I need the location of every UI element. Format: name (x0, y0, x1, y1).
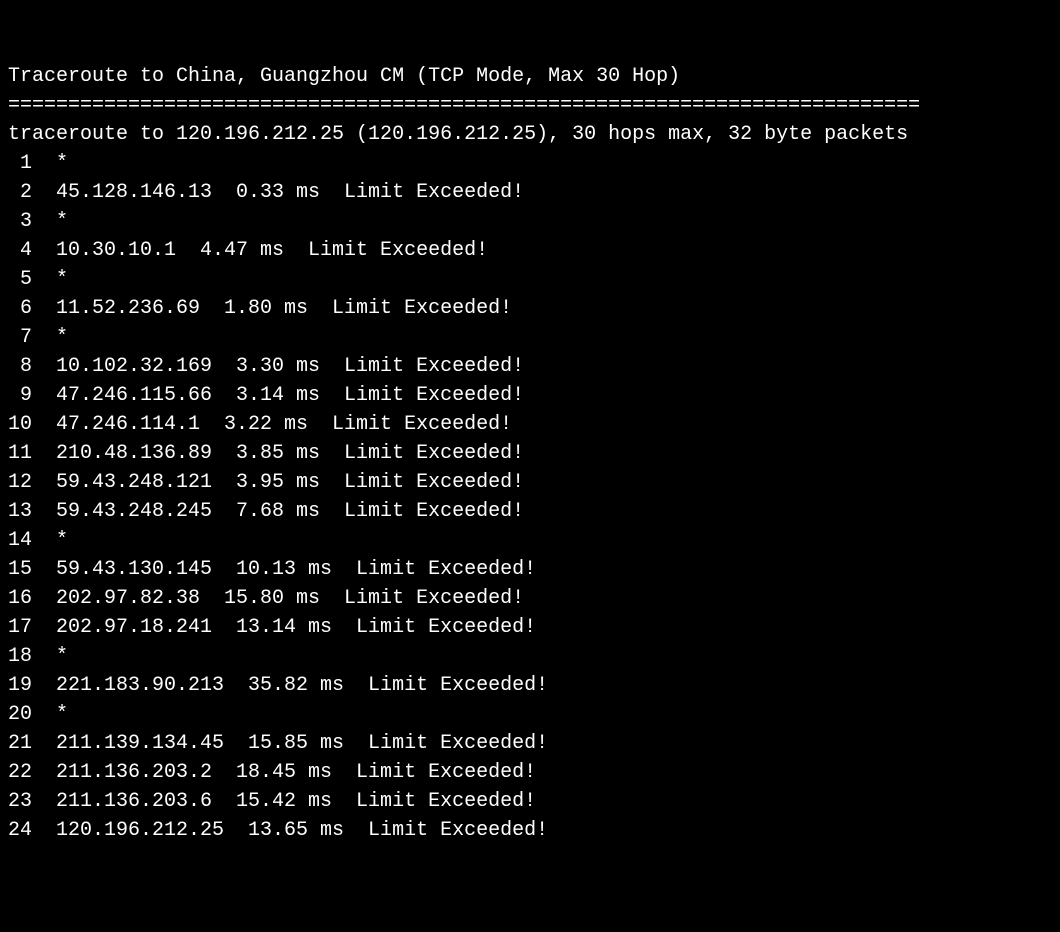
hop-line: 10 47.246.114.1 3.22 ms Limit Exceeded! (8, 410, 1052, 439)
hop-line: 9 47.246.115.66 3.14 ms Limit Exceeded! (8, 381, 1052, 410)
hop-line: 16 202.97.82.38 15.80 ms Limit Exceeded! (8, 584, 1052, 613)
hop-line: 14 * (8, 526, 1052, 555)
hop-line: 21 211.139.134.45 15.85 ms Limit Exceede… (8, 729, 1052, 758)
hop-line: 8 10.102.32.169 3.30 ms Limit Exceeded! (8, 352, 1052, 381)
hop-line: 17 202.97.18.241 13.14 ms Limit Exceeded… (8, 613, 1052, 642)
separator-line: ========================================… (8, 91, 1052, 120)
hop-line: 11 210.48.136.89 3.85 ms Limit Exceeded! (8, 439, 1052, 468)
hop-line: 2 45.128.146.13 0.33 ms Limit Exceeded! (8, 178, 1052, 207)
traceroute-header: traceroute to 120.196.212.25 (120.196.21… (8, 120, 1052, 149)
hop-line: 19 221.183.90.213 35.82 ms Limit Exceede… (8, 671, 1052, 700)
hop-line: 6 11.52.236.69 1.80 ms Limit Exceeded! (8, 294, 1052, 323)
hop-line: 1 * (8, 149, 1052, 178)
hop-line: 24 120.196.212.25 13.65 ms Limit Exceede… (8, 816, 1052, 845)
traceroute-title: Traceroute to China, Guangzhou CM (TCP M… (8, 62, 1052, 91)
hop-line: 22 211.136.203.2 18.45 ms Limit Exceeded… (8, 758, 1052, 787)
hop-line: 7 * (8, 323, 1052, 352)
hop-line: 15 59.43.130.145 10.13 ms Limit Exceeded… (8, 555, 1052, 584)
hop-line: 3 * (8, 207, 1052, 236)
hop-line: 23 211.136.203.6 15.42 ms Limit Exceeded… (8, 787, 1052, 816)
hop-line: 5 * (8, 265, 1052, 294)
hop-line: 20 * (8, 700, 1052, 729)
hop-line: 13 59.43.248.245 7.68 ms Limit Exceeded! (8, 497, 1052, 526)
hop-line: 12 59.43.248.121 3.95 ms Limit Exceeded! (8, 468, 1052, 497)
hop-list: 1 * 2 45.128.146.13 0.33 ms Limit Exceed… (8, 149, 1052, 845)
terminal-output: Traceroute to China, Guangzhou CM (TCP M… (8, 62, 1052, 845)
hop-line: 4 10.30.10.1 4.47 ms Limit Exceeded! (8, 236, 1052, 265)
hop-line: 18 * (8, 642, 1052, 671)
